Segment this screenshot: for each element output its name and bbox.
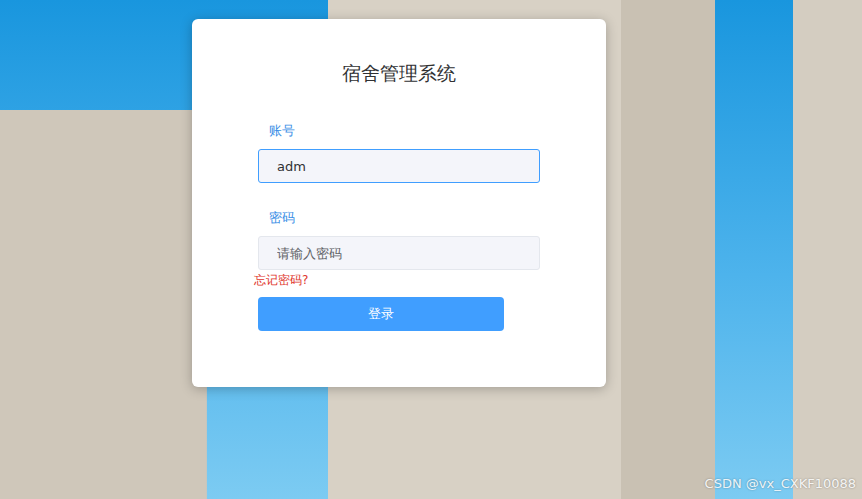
text-input[interactable] xyxy=(258,236,540,270)
login-button[interactable]: 登录 xyxy=(258,297,504,331)
form-field: 账号 xyxy=(258,123,540,183)
login-page: 宿舍管理系统账号密码忘记密码? 登录 CSDN @vx_CXKF10088 xyxy=(0,0,862,499)
system-title: 宿舍管理系统 xyxy=(342,61,456,85)
login-form: 账号密码忘记密码?登录 xyxy=(258,123,540,331)
text-input[interactable] xyxy=(258,149,540,183)
field-label: 账号 xyxy=(258,123,540,139)
field-label: 密码 xyxy=(258,210,540,226)
watermark: CSDN @vx_CXKF10088 xyxy=(705,476,856,491)
login-card: 宿舍管理系统账号密码忘记密码? 登录 xyxy=(192,19,606,387)
forgot-password-link[interactable]: 忘记密码? xyxy=(254,272,308,288)
form-field: 密码 xyxy=(258,210,540,270)
